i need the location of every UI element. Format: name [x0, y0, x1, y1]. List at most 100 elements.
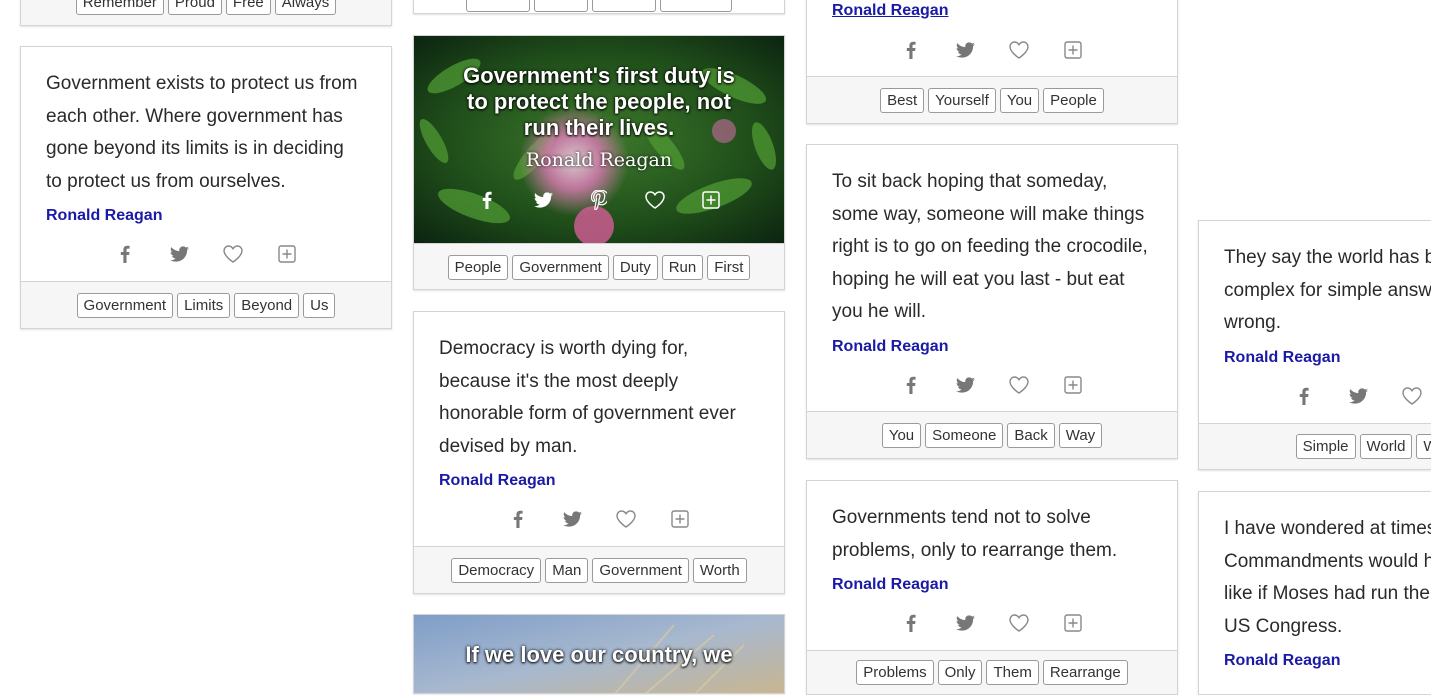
tag[interactable]: Problems [856, 660, 934, 685]
facebook-icon[interactable] [1292, 384, 1316, 408]
quote-text: Governments tend not to solve problems, … [832, 507, 1118, 561]
tag[interactable]: Duty [612, 255, 658, 280]
plus-square-icon[interactable] [275, 242, 299, 266]
facebook-icon[interactable] [899, 611, 923, 635]
quote-card: Democracy is worth dying for, because it… [413, 311, 785, 594]
quote-card-top-partial: Remember Proud Free Always [20, 0, 392, 26]
tag[interactable]: Government [592, 557, 689, 583]
tag[interactable]: People [1043, 87, 1104, 113]
tag[interactable] [466, 0, 530, 12]
image-quote-card: Government's first duty is to protect th… [413, 35, 785, 290]
facebook-icon[interactable] [899, 373, 923, 397]
share-actions [414, 492, 784, 546]
tag[interactable]: Government [512, 255, 609, 280]
author-link[interactable]: Ronald Reagan [1224, 349, 1340, 367]
image-share-actions [414, 188, 784, 212]
tag[interactable]: World [1359, 434, 1413, 459]
tag[interactable]: Rearrange [1042, 660, 1128, 685]
tag[interactable]: First [707, 255, 751, 280]
tag[interactable]: Beyond [234, 292, 300, 318]
twitter-icon[interactable] [167, 242, 191, 266]
quote-card: They say the world has b complex for sim… [1198, 220, 1431, 470]
plus-square-icon[interactable] [699, 188, 723, 212]
author-link[interactable]: Ronald Reagan [832, 338, 948, 356]
tag[interactable]: Worth [692, 557, 747, 583]
twitter-icon[interactable] [953, 38, 977, 62]
tag-list: Simple World Wrong [1199, 422, 1431, 469]
share-actions [807, 23, 1177, 77]
tag-list: You Someone Back Way [807, 411, 1177, 458]
tag[interactable]: Way [1058, 422, 1103, 448]
share-actions [807, 358, 1177, 412]
author-link[interactable]: Ronald Reagan [1224, 652, 1340, 670]
tag[interactable]: People [447, 255, 509, 280]
heart-icon[interactable] [1007, 373, 1031, 397]
quote-text: I have wondered at times Commandments wo… [1224, 518, 1431, 637]
author-link[interactable]: Ronald Reagan [832, 576, 948, 594]
plus-square-icon[interactable] [1061, 38, 1085, 62]
tag[interactable]: Wrong [1416, 434, 1431, 459]
quote-card: Governments tend not to solve problems, … [806, 480, 1178, 695]
tag[interactable]: Proud [167, 0, 222, 15]
facebook-icon[interactable] [899, 38, 923, 62]
facebook-icon[interactable] [506, 507, 530, 531]
tag[interactable]: Remember [75, 0, 164, 15]
tag[interactable]: Us [303, 292, 336, 318]
image-quote-text: Government's first duty is to protect th… [463, 63, 735, 140]
tag[interactable]: Democracy [451, 557, 542, 583]
tag[interactable]: Only [937, 660, 983, 685]
author-link[interactable]: Ronald Reagan [439, 472, 555, 490]
quote-image[interactable]: Government's first duty is to protect th… [414, 36, 784, 243]
pinterest-icon[interactable] [587, 188, 611, 212]
heart-icon[interactable] [1007, 611, 1031, 635]
share-actions [1199, 369, 1431, 423]
share-actions [21, 227, 391, 281]
tag[interactable]: Them [986, 660, 1039, 685]
twitter-icon[interactable] [531, 188, 555, 212]
heart-icon[interactable] [643, 188, 667, 212]
tag-list: People Government Duty Run First [414, 243, 784, 289]
tag[interactable]: You [999, 87, 1040, 113]
tag[interactable]: Yourself [928, 87, 996, 113]
quote-card-top-partial [413, 0, 785, 14]
tag[interactable]: Always [274, 0, 337, 15]
tag[interactable] [534, 0, 588, 12]
quote-text: They say the world has b complex for sim… [1224, 247, 1431, 333]
quote-text-clip: They say the world has b complex for sim… [1199, 242, 1431, 469]
twitter-icon[interactable] [953, 611, 977, 635]
tag[interactable]: Run [661, 255, 704, 280]
author-link[interactable]: Ronald Reagan [832, 2, 948, 20]
tag-list: Best Yourself You People [807, 76, 1177, 123]
quote-text: Government exists to protect us from eac… [46, 73, 358, 192]
tag[interactable]: Man [545, 557, 589, 583]
quote-image[interactable]: If we love our country, we [414, 615, 784, 693]
tag-list: Remember Proud Free Always [21, 0, 391, 25]
plus-square-icon[interactable] [1061, 611, 1085, 635]
tag[interactable]: Back [1007, 422, 1055, 448]
tag[interactable]: Simple [1295, 434, 1356, 459]
tag[interactable]: Someone [925, 422, 1004, 448]
twitter-icon[interactable] [560, 507, 584, 531]
author-link[interactable]: Ronald Reagan [46, 207, 162, 225]
tag[interactable]: Limits [177, 292, 231, 318]
plus-square-icon[interactable] [668, 507, 692, 531]
tag[interactable]: Government [76, 292, 174, 318]
tag[interactable]: Best [880, 87, 925, 113]
heart-icon[interactable] [221, 242, 245, 266]
heart-icon[interactable] [1007, 38, 1031, 62]
facebook-icon[interactable] [113, 242, 137, 266]
heart-icon[interactable] [614, 507, 638, 531]
tag-list: Problems Only Them Rearrange [807, 650, 1177, 694]
twitter-icon[interactable] [953, 373, 977, 397]
tag[interactable] [592, 0, 656, 12]
tag[interactable]: You [881, 422, 922, 448]
tag[interactable] [660, 0, 732, 12]
image-quote-text: If we love our country, we [465, 642, 733, 667]
heart-icon[interactable] [1400, 384, 1424, 408]
twitter-icon[interactable] [1346, 384, 1370, 408]
plus-square-icon[interactable] [1061, 373, 1085, 397]
quote-text: To sit back hoping that someday, some wa… [832, 171, 1148, 322]
tag[interactable]: Free [225, 0, 271, 15]
quote-card: To sit back hoping that someday, some wa… [806, 144, 1178, 459]
facebook-icon[interactable] [475, 188, 499, 212]
